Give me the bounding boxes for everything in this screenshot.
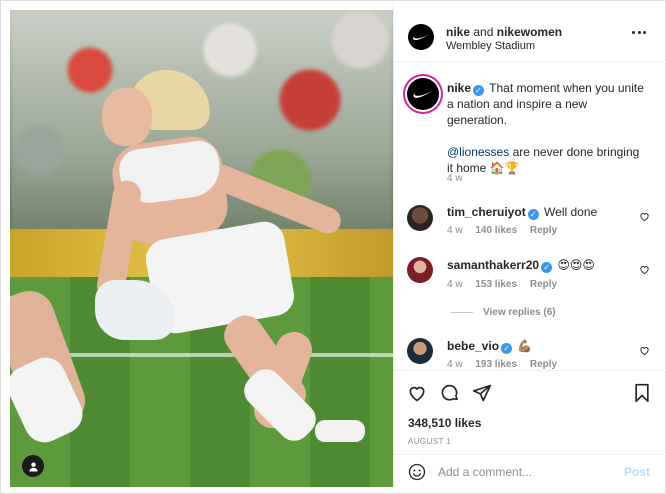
emoji-icon[interactable]: [408, 463, 426, 481]
heart-icon[interactable]: [639, 264, 650, 275]
comment-input[interactable]: [438, 463, 598, 481]
tagged-users-button[interactable]: [22, 455, 44, 477]
tag-user-icon: [28, 461, 38, 472]
comment-meta: 4 w 153 likes Reply: [447, 279, 557, 290]
comment-avatar[interactable]: [407, 205, 433, 231]
comment-username[interactable]: bebe_vio: [447, 339, 499, 353]
comment-body: 💪🏽: [517, 339, 533, 353]
comment-reply-button[interactable]: Reply: [530, 225, 557, 236]
comment-age[interactable]: 4 w: [447, 225, 463, 236]
post-side-panel: nike and nikewomen Wembley Stadium nike ✓…: [393, 2, 666, 494]
photo-player-head: [102, 88, 152, 146]
comment-likes[interactable]: 193 likes: [475, 359, 517, 369]
comments-list[interactable]: nike ✓ That moment when you unite a natio…: [394, 63, 666, 369]
comment-username[interactable]: samanthakerr20: [447, 258, 539, 272]
comment-avatar[interactable]: [407, 257, 433, 283]
caption-mention[interactable]: @lionesses: [447, 145, 509, 159]
caption-text: nike ✓ That moment when you unite a natio…: [447, 80, 647, 176]
verified-icon: ✓: [473, 85, 485, 96]
header-collaborator-link[interactable]: nikewomen: [497, 25, 562, 39]
comment-body: 😍😍😍: [557, 258, 595, 272]
post-comment-button[interactable]: Post: [624, 465, 650, 479]
heart-icon[interactable]: [639, 211, 650, 222]
comment-text: bebe_vio ✓ 💪🏽: [447, 338, 532, 354]
comment-age[interactable]: 4 w: [447, 279, 463, 290]
comment-meta: 4 w 140 likes Reply: [447, 225, 557, 236]
comment-age[interactable]: 4 w: [447, 359, 463, 369]
heart-icon[interactable]: [407, 383, 427, 403]
header-avatar[interactable]: [408, 24, 434, 50]
comment-meta: 4 w 193 likes Reply: [447, 359, 557, 369]
comment-likes[interactable]: 153 likes: [475, 279, 517, 290]
comment-text: tim_cheruiyot ✓ Well done: [447, 204, 597, 220]
caption-username[interactable]: nike: [447, 81, 471, 95]
post-actions: 348,510 likes AUGUST 1 Post: [394, 370, 666, 488]
photo-player-boot: [315, 420, 365, 442]
post-frame: nike and nikewomen Wembley Stadium nike ✓…: [0, 0, 666, 494]
post-date[interactable]: AUGUST 1: [408, 437, 451, 446]
caption-avatar[interactable]: [407, 78, 439, 110]
comment-reply-button[interactable]: Reply: [530, 359, 557, 369]
comment-icon[interactable]: [440, 383, 460, 403]
nike-logo-icon: [413, 90, 434, 98]
nike-logo-icon: [413, 33, 430, 40]
view-replies-button[interactable]: View replies (6): [451, 307, 556, 318]
share-icon[interactable]: [472, 383, 492, 403]
header-location[interactable]: Wembley Stadium: [446, 40, 535, 52]
verified-icon: ✓: [501, 343, 513, 354]
header-title: nike and nikewomen: [446, 25, 562, 39]
post-header: nike and nikewomen Wembley Stadium: [394, 2, 666, 62]
verified-icon: ✓: [541, 262, 553, 273]
verified-icon: ✓: [527, 209, 539, 220]
add-comment-bar: Post: [394, 454, 666, 488]
comment-likes[interactable]: 140 likes: [475, 225, 517, 236]
post-photo[interactable]: [10, 10, 393, 487]
likes-count[interactable]: 348,510 likes: [408, 416, 481, 430]
comment-username[interactable]: tim_cheruiyot: [447, 205, 526, 219]
comment-body: Well done: [544, 205, 598, 219]
header-account-link[interactable]: nike: [446, 25, 470, 39]
heart-icon[interactable]: [639, 345, 650, 356]
more-options-icon[interactable]: [632, 31, 646, 35]
comment-text: samanthakerr20 ✓ 😍😍😍: [447, 257, 595, 273]
bookmark-icon[interactable]: [632, 383, 652, 403]
comment-reply-button[interactable]: Reply: [530, 279, 557, 290]
header-connector: and: [473, 25, 494, 39]
comment-avatar[interactable]: [407, 338, 433, 364]
caption-age[interactable]: 4 w: [447, 173, 463, 184]
